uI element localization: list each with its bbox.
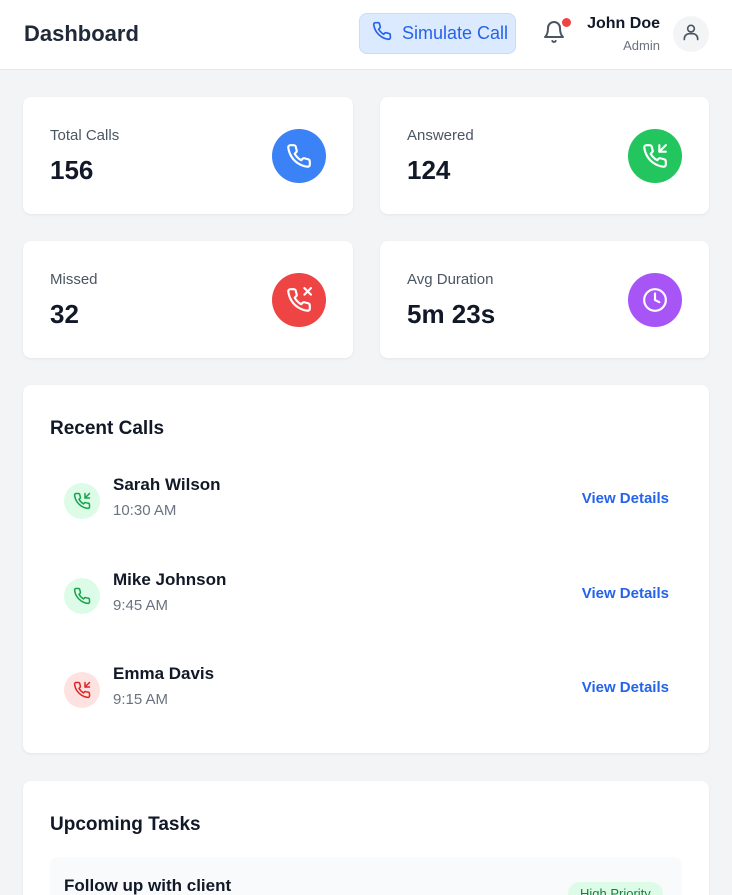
- view-details-link[interactable]: View Details: [582, 679, 669, 696]
- phone-icon: [64, 578, 100, 614]
- stat-card-missed: Missed 32: [23, 241, 353, 358]
- stat-card-total-calls: Total Calls 156: [23, 97, 353, 214]
- phone-incoming-icon: [628, 129, 682, 183]
- phone-icon: [372, 21, 392, 46]
- view-details-link[interactable]: View Details: [582, 490, 669, 507]
- stat-label: Avg Duration: [407, 271, 494, 288]
- simulate-call-label: Simulate Call: [402, 23, 509, 43]
- phone-icon: [272, 129, 326, 183]
- list-item: Emma Davis 9:15 AM View Details: [50, 656, 682, 726]
- caller-name: Sarah Wilson: [113, 475, 221, 494]
- avatar[interactable]: [673, 16, 709, 52]
- call-time: 9:45 AM: [113, 597, 169, 614]
- task-item[interactable]: Follow up with client High Priority: [50, 857, 682, 895]
- user-name: John Doe: [587, 15, 660, 32]
- stat-label: Missed: [50, 271, 98, 288]
- caller-name: Emma Davis: [113, 664, 215, 683]
- simulate-call-button[interactable]: Simulate Call: [359, 13, 516, 54]
- phone-incoming-icon: [64, 483, 100, 519]
- stat-card-avg-duration: Avg Duration 5m 23s: [380, 241, 709, 358]
- view-details-link[interactable]: View Details: [582, 585, 669, 602]
- user-role: Admin: [623, 38, 660, 53]
- phone-incoming-icon: [64, 672, 100, 708]
- top-header: Dashboard Simulate Call John Doe Admin: [0, 0, 732, 70]
- stat-label: Answered: [407, 127, 474, 144]
- page-title: Dashboard: [24, 21, 139, 46]
- upcoming-tasks-panel: Upcoming Tasks Follow up with client Hig…: [23, 781, 709, 895]
- recent-calls-panel: Recent Calls Sarah Wilson 10:30 AM View …: [23, 385, 709, 753]
- notifications-button[interactable]: [542, 18, 571, 48]
- stat-value: 156: [50, 155, 94, 185]
- notification-dot: [562, 18, 571, 27]
- stat-card-answered: Answered 124: [380, 97, 709, 214]
- user-icon: [681, 22, 701, 47]
- phone-missed-icon: [272, 273, 326, 327]
- recent-calls-title: Recent Calls: [50, 418, 165, 439]
- list-item: Sarah Wilson 10:30 AM View Details: [50, 467, 682, 537]
- stat-value: 124: [407, 155, 451, 185]
- task-title: Follow up with client: [64, 876, 232, 895]
- stat-value: 32: [50, 299, 79, 329]
- stat-value: 5m 23s: [407, 299, 496, 329]
- priority-badge: High Priority: [568, 882, 663, 895]
- call-time: 10:30 AM: [113, 502, 177, 519]
- call-time: 9:15 AM: [113, 691, 169, 708]
- upcoming-tasks-title: Upcoming Tasks: [50, 814, 201, 835]
- caller-name: Mike Johnson: [113, 570, 227, 589]
- list-item: Mike Johnson 9:45 AM View Details: [50, 562, 682, 632]
- stat-label: Total Calls: [50, 127, 120, 144]
- clock-icon: [628, 273, 682, 327]
- bell-icon: [542, 21, 566, 48]
